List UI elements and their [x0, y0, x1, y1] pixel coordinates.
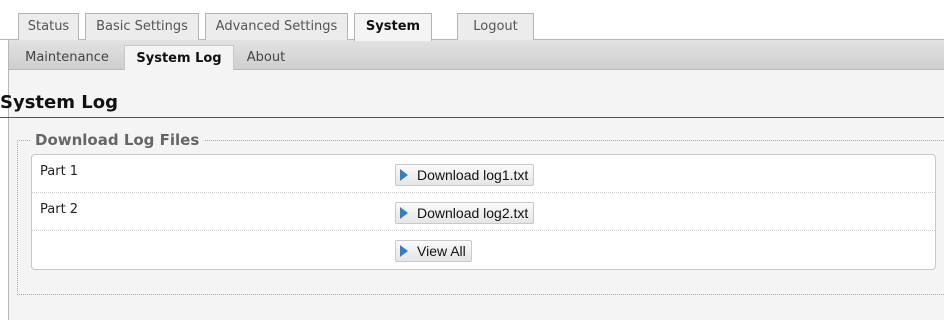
tab-system[interactable]: System — [354, 13, 432, 41]
table-row: Part 1 Download log1.txt — [32, 155, 935, 193]
tab-advanced-settings[interactable]: Advanced Settings — [205, 13, 348, 40]
download-log2-label: Download log2.txt — [417, 205, 529, 221]
download-log1-button[interactable]: Download log1.txt — [395, 164, 535, 186]
top-nav-tabs: Status Basic Settings Advanced Settings … — [0, 0, 944, 41]
tab-basic-settings[interactable]: Basic Settings — [85, 13, 199, 40]
fieldset-legend: Download Log Files — [30, 130, 205, 150]
row-label: Part 1 — [40, 164, 79, 179]
play-icon — [400, 245, 408, 257]
subtab-system-log[interactable]: System Log — [124, 45, 234, 71]
view-all-label: View All — [417, 243, 466, 259]
log-files-table: Part 1 Download log1.txt Part 2 Download… — [31, 154, 936, 270]
subtab-maintenance[interactable]: Maintenance — [20, 45, 114, 70]
sub-nav-tabs: Maintenance System Log About — [8, 40, 944, 71]
table-row: View All — [32, 231, 935, 269]
page-title: System Log — [0, 90, 944, 118]
subtab-about[interactable]: About — [239, 45, 293, 70]
row-label: Part 2 — [40, 202, 79, 217]
play-icon — [400, 207, 408, 219]
view-all-button[interactable]: View All — [395, 240, 472, 262]
table-row: Part 2 Download log2.txt — [32, 193, 935, 231]
tab-logout[interactable]: Logout — [457, 13, 534, 40]
download-log1-label: Download log1.txt — [417, 167, 529, 183]
play-icon — [400, 169, 408, 181]
download-log2-button[interactable]: Download log2.txt — [395, 202, 535, 224]
tab-status[interactable]: Status — [18, 13, 79, 40]
page-title-text: System Log — [0, 92, 118, 113]
